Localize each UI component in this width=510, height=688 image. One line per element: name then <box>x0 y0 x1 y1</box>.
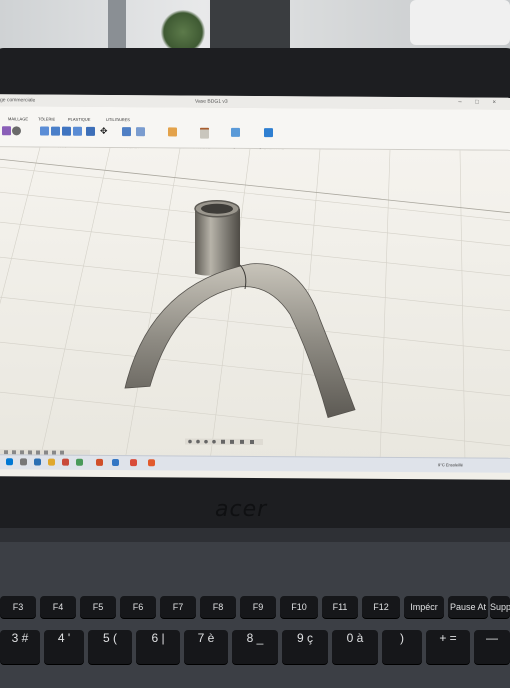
document-tab[interactable]: ge commerciale <box>0 97 35 103</box>
key-equals[interactable]: + = <box>426 630 470 664</box>
key-f4[interactable]: F4 <box>40 596 76 618</box>
key-f10[interactable]: F10 <box>280 596 318 618</box>
key-f8[interactable]: F8 <box>200 596 236 618</box>
window-title: Vase BDG1 v3 <box>195 98 228 105</box>
measure-icon[interactable] <box>200 127 209 139</box>
new-component-icon[interactable] <box>122 127 131 137</box>
shell-icon[interactable] <box>73 126 82 136</box>
chrome-icon[interactable] <box>76 458 83 466</box>
tab-tolerie[interactable]: TÔLERIE <box>38 116 55 121</box>
ground-grid <box>0 147 510 463</box>
windows-taskbar: 9°C Ensoleillé <box>0 454 510 473</box>
viewport-scene <box>0 147 510 463</box>
ribbon-toolbar: MAILLAGE TÔLERIE PLASTIQUE UTILITAIRES ✥… <box>0 106 510 153</box>
3d-viewport[interactable] <box>0 147 510 463</box>
edge-icon[interactable] <box>34 458 41 466</box>
hinge <box>0 528 510 542</box>
key-9[interactable]: 9 ç <box>282 630 328 664</box>
sphere-icon[interactable] <box>12 126 21 136</box>
acer-logo: acer <box>215 497 268 522</box>
key-pause[interactable]: Pause At <box>448 596 488 618</box>
fusion-active-icon[interactable] <box>148 459 155 467</box>
window-controls[interactable]: – □ × <box>458 99 502 105</box>
key-0[interactable]: 0 à <box>332 630 378 664</box>
key-5[interactable]: 5 ( <box>88 630 132 664</box>
tab-maillage[interactable]: MAILLAGE <box>8 116 28 121</box>
tab-plastique[interactable]: PLASTIQUE <box>68 117 90 122</box>
key-f9[interactable]: F9 <box>240 596 276 618</box>
key-f3[interactable]: F3 <box>0 596 36 618</box>
joint-icon[interactable] <box>136 127 145 137</box>
combine-icon[interactable] <box>86 126 95 136</box>
coffee-machine <box>210 0 290 50</box>
insert-image-icon[interactable] <box>231 127 240 137</box>
key-7[interactable]: 7 è <box>184 630 228 664</box>
press-pull-icon[interactable] <box>40 126 49 136</box>
key-print-screen[interactable]: Impécr <box>404 596 444 618</box>
key-f6[interactable]: F6 <box>120 596 156 618</box>
app-icon[interactable] <box>62 458 69 466</box>
key-6[interactable]: 6 | <box>136 630 180 664</box>
move-icon[interactable]: ✥ <box>100 126 109 136</box>
key-f11[interactable]: F11 <box>322 596 358 618</box>
construct-plane-icon[interactable] <box>168 127 177 137</box>
weather-widget[interactable]: 9°C Ensoleillé <box>438 462 463 467</box>
form-icon[interactable] <box>2 126 11 136</box>
fillet-icon[interactable] <box>51 126 60 136</box>
start-icon[interactable] <box>6 458 13 466</box>
key-8[interactable]: 8 _ <box>232 630 278 664</box>
key-delete[interactable]: Supp <box>490 596 510 618</box>
key-f5[interactable]: F5 <box>80 596 116 618</box>
folder-icon[interactable] <box>48 458 55 466</box>
kitchen-appliance <box>410 0 510 45</box>
mail-icon[interactable] <box>112 459 119 467</box>
key-f12[interactable]: F12 <box>362 596 400 618</box>
key-f7[interactable]: F7 <box>160 596 196 618</box>
select-cursor-icon[interactable] <box>264 128 273 138</box>
key-paren[interactable]: ) <box>382 630 422 664</box>
search-icon[interactable] <box>20 458 27 466</box>
tab-utilitaires[interactable]: UTILITAIRES <box>106 117 130 122</box>
laptop-screen: ge commerciale Vase BDG1 v3 – □ × MAILLA… <box>0 94 510 480</box>
horizon-line <box>0 158 510 214</box>
navigation-bar <box>185 438 263 446</box>
key-4[interactable]: 4 ' <box>44 630 84 664</box>
vase-model <box>124 199 356 419</box>
fusion-icon[interactable] <box>96 458 103 466</box>
office-icon[interactable] <box>130 459 137 467</box>
key-backspace[interactable]: — <box>474 630 510 664</box>
key-3[interactable]: 3 # <box>0 630 40 664</box>
chamfer-icon[interactable] <box>62 126 71 136</box>
